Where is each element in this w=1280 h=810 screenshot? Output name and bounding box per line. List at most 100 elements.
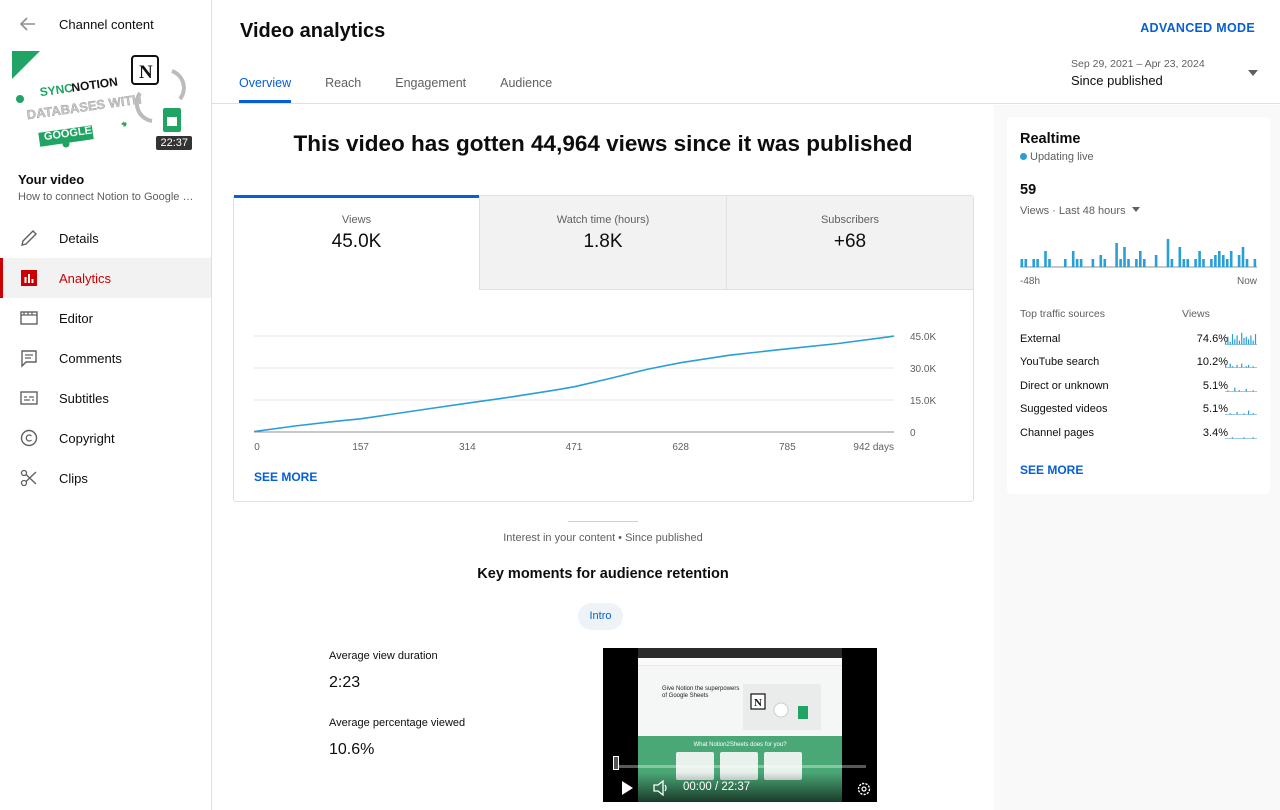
sparkline-bar bbox=[1241, 363, 1243, 368]
realtime-bar bbox=[1115, 243, 1118, 267]
sparkline-bar bbox=[1252, 390, 1254, 392]
volume-icon[interactable] bbox=[652, 780, 670, 796]
tab-bar: Overview Reach Engagement Audience bbox=[239, 63, 586, 103]
realtime-bar bbox=[1237, 255, 1241, 267]
traffic-source-row: YouTube search 10.2% bbox=[1020, 354, 1257, 372]
metric-label: Watch time (hours) bbox=[556, 214, 650, 226]
traffic-source-pct: 10.2% bbox=[1196, 356, 1228, 368]
realtime-card: Realtime Updating live 59 Views · Last 4… bbox=[1007, 117, 1270, 494]
analytics-icon bbox=[21, 270, 37, 286]
intro-chip[interactable]: Intro bbox=[578, 603, 623, 630]
y-tick-label: 0 bbox=[910, 428, 916, 439]
sparkline-icon bbox=[1225, 410, 1257, 415]
sidebar-item-comments[interactable]: Comments bbox=[0, 338, 211, 378]
y-tick-label: 15.0K bbox=[910, 396, 936, 407]
metric-label: Subscribers bbox=[820, 214, 880, 226]
sparkline-bar bbox=[1238, 340, 1240, 345]
traffic-source-name: External bbox=[1020, 333, 1061, 345]
sparkline-bar bbox=[1243, 338, 1245, 345]
tab-reach[interactable]: Reach bbox=[325, 63, 361, 103]
sparkline-bar bbox=[1236, 335, 1238, 345]
sparkline-bar bbox=[1248, 339, 1250, 345]
video-time: 00:00 / 22:37 bbox=[683, 781, 751, 793]
traffic-views-header: Views bbox=[1182, 308, 1210, 320]
realtime-see-more-link[interactable]: SEE MORE bbox=[1020, 463, 1083, 477]
avg-percentage-viewed-label: Average percentage viewed bbox=[329, 717, 466, 729]
realtime-bar bbox=[1166, 239, 1170, 267]
realtime-bar bbox=[1079, 259, 1083, 267]
sidebar-item-copyright[interactable]: Copyright bbox=[0, 418, 211, 458]
tab-engagement[interactable]: Engagement bbox=[395, 63, 466, 103]
sidebar-item-label: Clips bbox=[59, 471, 88, 486]
video-thumbnail[interactable]: SYNC NOTION DATABASES WITH GOOGLE SHEETS… bbox=[12, 51, 192, 152]
realtime-bar bbox=[1198, 251, 1201, 267]
svg-text:NOTION: NOTION bbox=[71, 74, 119, 94]
realtime-live-status: Updating live bbox=[1020, 151, 1094, 163]
sidebar-item-label: Editor bbox=[59, 311, 93, 326]
realtime-bar bbox=[1182, 259, 1186, 267]
your-video-label: Your video bbox=[18, 172, 85, 187]
scrubber-handle[interactable] bbox=[613, 756, 619, 770]
sparkline-bar bbox=[1238, 390, 1240, 392]
sparkline-bar bbox=[1229, 341, 1231, 345]
sidebar-item-clips[interactable]: Clips bbox=[0, 458, 211, 498]
sparkline-bar bbox=[1252, 413, 1254, 415]
metric-tab-views[interactable]: Views 45.0K bbox=[234, 195, 480, 290]
date-range-dropdown[interactable]: Sep 29, 2021 – Apr 23, 2024 Since publis… bbox=[1070, 57, 1260, 93]
sidebar-item-label: Subtitles bbox=[59, 391, 109, 406]
metric-label: Views bbox=[341, 214, 372, 226]
sparkline-bar bbox=[1252, 340, 1254, 345]
sparkline-bar bbox=[1234, 339, 1236, 345]
sidebar-item-analytics[interactable]: Analytics bbox=[0, 258, 211, 298]
sidebar-item-details[interactable]: Details bbox=[0, 218, 211, 258]
screen-heading: Give Notion the superpowers of Google Sh… bbox=[662, 686, 740, 699]
advanced-mode-button[interactable]: ADVANCED MODE bbox=[1140, 21, 1255, 35]
video-title[interactable]: How to connect Notion to Google Sh... bbox=[18, 191, 198, 203]
traffic-source-row: External 74.6% bbox=[1020, 331, 1257, 349]
sparkline-bar bbox=[1231, 366, 1234, 368]
traffic-sources-header: Top traffic sources bbox=[1020, 308, 1106, 320]
x-tick-label: 471 bbox=[566, 442, 583, 453]
realtime-bar bbox=[1020, 259, 1024, 267]
sparkline-icon bbox=[1225, 387, 1257, 392]
sidebar-header: Channel content bbox=[0, 0, 211, 48]
video-progress-bar[interactable] bbox=[614, 765, 866, 768]
metric-tab-watch-time[interactable]: Watch time (hours) 1.8K bbox=[480, 196, 727, 290]
scissors-icon bbox=[20, 469, 37, 487]
realtime-bar bbox=[1241, 247, 1245, 267]
sidebar-title: Channel content bbox=[59, 17, 154, 32]
comment-icon bbox=[21, 350, 37, 368]
svg-text:N: N bbox=[754, 697, 762, 709]
realtime-axis-start: -48h bbox=[1020, 276, 1041, 287]
y-tick-label: 45.0K bbox=[910, 332, 936, 343]
tab-overview[interactable]: Overview bbox=[239, 63, 292, 103]
realtime-bar bbox=[1044, 251, 1047, 267]
sidebar-item-label: Copyright bbox=[59, 431, 115, 446]
x-tick-label: 628 bbox=[672, 442, 689, 453]
back-arrow-icon[interactable] bbox=[18, 14, 38, 34]
play-icon[interactable] bbox=[620, 780, 634, 796]
realtime-bar bbox=[1119, 259, 1122, 267]
settings-gear-icon[interactable] bbox=[856, 781, 872, 797]
y-tick-label: 30.0K bbox=[910, 364, 936, 375]
metric-tab-subscribers[interactable]: Subscribers +68 bbox=[727, 196, 973, 290]
sidebar-item-editor[interactable]: Editor bbox=[0, 298, 211, 338]
metric-value: 1.8K bbox=[583, 231, 623, 252]
metric-value: 45.0K bbox=[331, 231, 382, 252]
sparkline-bar bbox=[1241, 332, 1243, 345]
traffic-source-row: Direct or unknown 5.1% bbox=[1020, 378, 1257, 396]
x-tick-label: 942 days bbox=[853, 442, 894, 453]
realtime-bar bbox=[1123, 247, 1126, 267]
sidebar-item-subtitles[interactable]: Subtitles bbox=[0, 378, 211, 418]
date-range-value: Since published bbox=[1071, 73, 1163, 88]
tab-audience[interactable]: Audience bbox=[500, 63, 552, 103]
realtime-metric-dropdown[interactable]: Views · Last 48 hours bbox=[1020, 205, 1140, 217]
see-more-link[interactable]: SEE MORE bbox=[254, 470, 317, 484]
realtime-bar bbox=[1170, 259, 1174, 267]
realtime-bar bbox=[1071, 251, 1075, 267]
realtime-bar-chart bbox=[1020, 239, 1257, 268]
realtime-bar bbox=[1075, 259, 1079, 267]
video-player[interactable]: Give Notion the superpowers of Google Sh… bbox=[603, 648, 877, 802]
realtime-bar bbox=[1064, 259, 1067, 267]
live-dot-icon bbox=[1020, 153, 1027, 160]
